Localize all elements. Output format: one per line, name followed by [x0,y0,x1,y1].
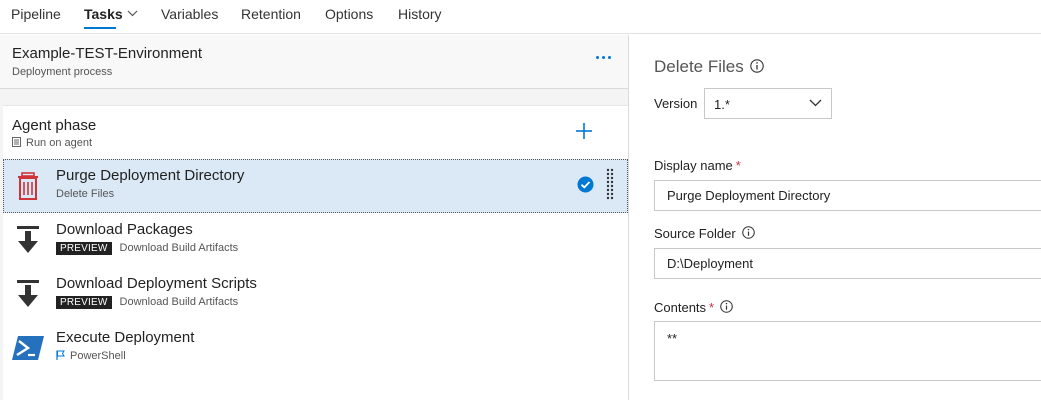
ellipsis-dot [608,56,611,59]
info-icon[interactable] [720,300,733,313]
display-name-field[interactable] [654,180,1041,211]
tab-options[interactable]: Options [325,6,373,22]
ellipsis-dot [602,56,605,59]
task-subtitle: PREVIEW Download Build Artifacts [56,296,238,309]
drag-handle-icon[interactable] [606,168,614,200]
source-folder-field[interactable] [654,248,1041,279]
info-icon[interactable] [741,226,755,239]
task-details-title: Delete Files [654,57,764,77]
environment-header[interactable]: Example-TEST-Environment Deployment proc… [0,35,628,89]
powershell-icon [12,336,44,360]
tab-pipeline[interactable]: Pipeline [11,6,61,22]
version-value: 1.* [714,97,730,112]
checkmark-icon [577,176,594,193]
trash-icon [18,172,38,200]
chevron-down-icon [809,99,822,107]
task-subtitle-text: Download Build Artifacts [119,296,239,308]
tab-retention[interactable]: Retention [241,6,301,22]
display-name-label-text: Display name [654,158,733,173]
tab-history[interactable]: History [398,6,442,22]
task-details-pane: Delete Files Version 1.* Display name* S… [630,35,1041,400]
tab-tasks[interactable]: Tasks [84,6,138,29]
contents-label: Contents * [654,300,733,315]
required-marker: * [709,300,715,315]
source-folder-label: Source Folder [654,226,755,241]
task-name: Purge Deployment Directory [56,167,245,184]
environment-subtitle: Deployment process [12,66,113,78]
required-marker: * [735,158,741,173]
task-subtitle: Delete Files [56,188,115,200]
environment-title: Example-TEST-Environment [12,45,203,62]
tab-tasks-label: Tasks [84,6,123,22]
server-icon [12,137,21,147]
phase-title: Agent phase [12,117,97,134]
download-icon [17,280,39,307]
task-subtitle-text: Download Build Artifacts [119,242,239,254]
info-icon[interactable] [750,59,764,73]
chevron-down-icon [127,10,138,17]
phase-subtitle-text: Run on agent [26,137,93,149]
task-download-deployment-scripts[interactable]: Download Deployment Scripts PREVIEW Downl… [3,267,628,321]
preview-badge: PREVIEW [56,242,112,255]
more-options-button[interactable] [594,49,614,65]
source-folder-label-text: Source Folder [654,226,736,241]
task-subtitle-text: PowerShell [70,350,126,362]
task-name: Execute Deployment [56,329,195,346]
preview-badge: PREVIEW [56,296,112,309]
phase-subtitle: Run on agent [12,137,92,149]
version-select[interactable]: 1.* [704,88,832,119]
task-name: Download Packages [56,221,193,238]
task-name: Download Deployment Scripts [56,275,257,292]
process-pane: Example-TEST-Environment Deployment proc… [0,35,629,400]
flag-icon [56,350,65,360]
task-download-packages[interactable]: Download Packages PREVIEW Download Build … [3,213,628,267]
agent-phase-card: Agent phase Run on agent Purge Deploymen… [3,105,628,400]
add-task-button[interactable] [574,121,594,141]
version-label: Version [654,96,698,111]
contents-field[interactable]: ** [654,321,1041,381]
top-nav: Pipeline Tasks Variables Retention Optio… [0,0,1041,34]
task-details-title-text: Delete Files [654,57,744,76]
task-subtitle: PREVIEW Download Build Artifacts [56,242,238,255]
tab-variables[interactable]: Variables [161,6,218,22]
agent-phase-header[interactable]: Agent phase Run on agent [3,106,628,159]
task-subtitle: PowerShell [56,350,126,362]
download-icon [17,226,39,253]
contents-label-text: Contents [654,300,707,315]
task-execute-deployment[interactable]: Execute Deployment PowerShell [3,321,628,375]
display-name-label: Display name * [654,158,741,173]
ellipsis-dot [596,56,599,59]
plus-icon [576,123,592,139]
task-purge-deployment-directory[interactable]: Purge Deployment Directory Delete Files [3,159,628,213]
